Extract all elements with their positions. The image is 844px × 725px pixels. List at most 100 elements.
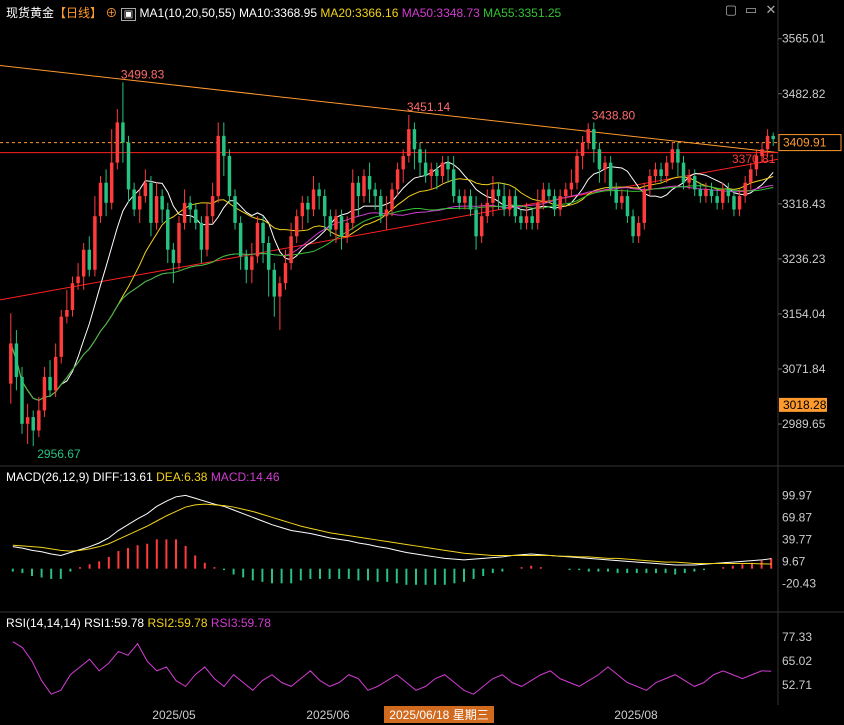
- candle-body: [597, 149, 602, 170]
- candle-body: [160, 196, 164, 210]
- candle-body: [238, 222, 243, 257]
- candle-body: [737, 196, 742, 210]
- candle: [496, 182, 501, 210]
- candle: [25, 403, 30, 444]
- candle-body: [552, 196, 557, 210]
- candle-body: [182, 202, 187, 223]
- candle-body: [14, 343, 19, 377]
- candle: [536, 189, 540, 230]
- candle: [154, 182, 159, 230]
- candle-body: [692, 176, 697, 190]
- candle: [384, 196, 389, 230]
- candle-body: [771, 135, 775, 140]
- candle: [59, 309, 63, 364]
- candle-body: [289, 236, 293, 264]
- candle-body: [294, 216, 299, 237]
- candle: [670, 142, 675, 170]
- layout-icon[interactable]: ▢: [724, 3, 738, 17]
- candle-body: [586, 129, 590, 143]
- current-price-label: 3409.91: [783, 136, 827, 150]
- candle: [132, 182, 136, 217]
- candle: [771, 132, 775, 146]
- candle-body: [575, 155, 579, 183]
- candle: [65, 289, 69, 324]
- candle-body: [81, 249, 86, 277]
- candle-body: [177, 222, 181, 264]
- y-tick-label: 3482.82: [782, 87, 826, 101]
- candle: [311, 176, 316, 217]
- macd-params[interactable]: MACD(26,12,9): [6, 470, 89, 484]
- candle: [715, 189, 719, 210]
- candle: [412, 122, 417, 170]
- candle: [20, 366, 24, 434]
- candle: [351, 169, 355, 230]
- candle-body: [401, 155, 405, 170]
- candle-body: [547, 189, 551, 197]
- candle-body: [435, 169, 439, 177]
- close-icon[interactable]: ✕: [764, 3, 778, 17]
- candle-body: [109, 162, 114, 203]
- candle: [390, 182, 394, 217]
- candle: [586, 123, 590, 150]
- candle-body: [496, 189, 501, 197]
- candle: [446, 155, 450, 183]
- candle: [407, 114, 411, 163]
- main-header: 现货黄金【日线】 ⊕ ▣ MA1(10,20,50,55) MA10:3368.…: [6, 4, 561, 21]
- rsi-params[interactable]: RSI(14,14,14): [6, 616, 81, 630]
- candle: [631, 209, 635, 243]
- macd-tick-label: -20.43: [782, 577, 816, 591]
- symbol-name[interactable]: 现货黄金: [6, 6, 54, 20]
- candle: [177, 216, 181, 270]
- candle-body: [278, 283, 282, 297]
- candle-body: [306, 202, 310, 210]
- candle-body: [642, 189, 647, 223]
- candle: [513, 189, 518, 223]
- diff-line: [12, 494, 772, 566]
- ma50-value: MA50:3348.73: [401, 6, 480, 20]
- y-tick-label: 3236.23: [782, 252, 826, 266]
- candle: [547, 182, 551, 203]
- candle: [210, 182, 215, 223]
- candle-body: [300, 202, 305, 217]
- candle-body: [429, 169, 433, 177]
- minimize-icon[interactable]: ▭: [744, 3, 758, 17]
- candle-body: [614, 189, 618, 203]
- candle: [620, 189, 624, 210]
- candle: [418, 142, 422, 177]
- candle-body: [9, 343, 13, 384]
- candle: [519, 209, 523, 230]
- ma-toggle-icon[interactable]: ▣: [120, 8, 137, 21]
- price-annotation: 3499.83: [121, 67, 165, 81]
- period-label[interactable]: 【日线】: [54, 6, 102, 20]
- candle-body: [188, 202, 192, 210]
- candle-body: [76, 276, 80, 284]
- candle-body: [726, 189, 731, 197]
- candle-body: [698, 189, 703, 197]
- candle-body: [676, 149, 680, 163]
- candle-body: [530, 216, 534, 223]
- dea-line: [12, 503, 772, 565]
- candle-body: [210, 196, 215, 217]
- settings-gear-icon[interactable]: ⊕: [105, 6, 117, 20]
- candle-body: [407, 129, 411, 156]
- candle: [648, 169, 652, 197]
- candle: [597, 142, 602, 183]
- candle: [625, 189, 630, 223]
- candle: [121, 82, 125, 163]
- candle-body: [457, 196, 462, 203]
- candle-body: [384, 209, 389, 217]
- candle-body: [687, 176, 691, 183]
- candle-body: [194, 209, 198, 223]
- candle: [362, 169, 366, 203]
- candle-body: [418, 149, 422, 163]
- candle-body: [351, 182, 355, 223]
- candle-body: [440, 162, 445, 177]
- candle: [9, 313, 13, 404]
- candle-body: [356, 182, 361, 197]
- candle: [250, 243, 254, 284]
- candle: [743, 176, 747, 203]
- candle-body: [603, 162, 607, 170]
- macd-tick-label: 39.77: [782, 533, 812, 547]
- candle: [115, 109, 120, 170]
- candle: [126, 135, 131, 203]
